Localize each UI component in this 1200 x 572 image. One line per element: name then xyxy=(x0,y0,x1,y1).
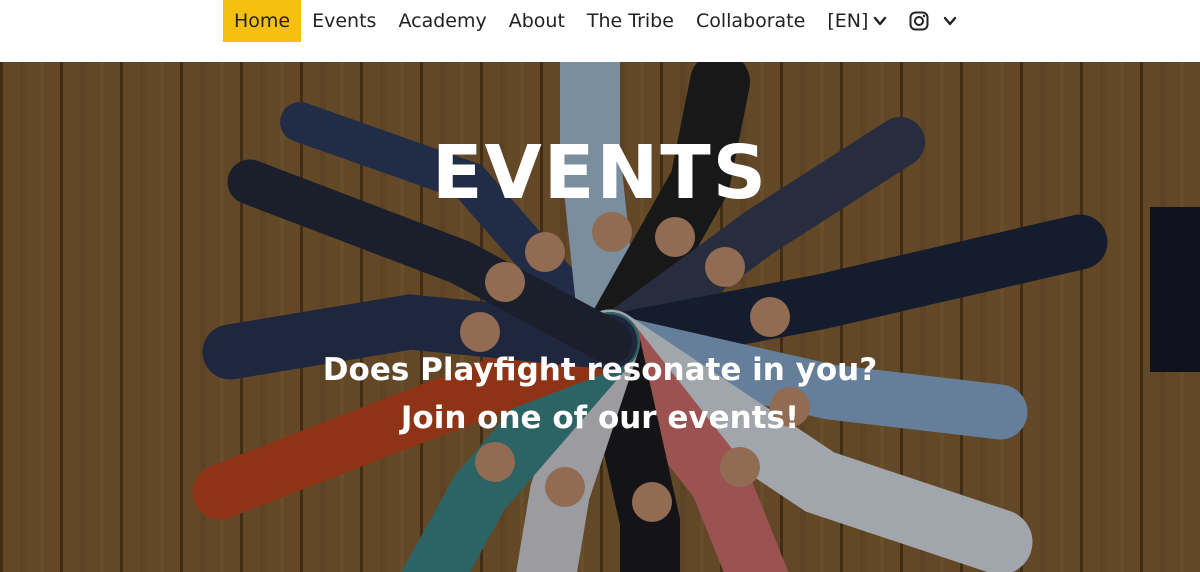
hero-subtitle-line-1: Does Playfight resonate in you? xyxy=(322,352,878,388)
nav-item-label: Home xyxy=(234,10,291,32)
chevron-down-icon[interactable] xyxy=(943,14,957,28)
nav-menu: Home Events Academy About The Tribe Coll… xyxy=(223,0,968,42)
language-selector[interactable]: [EN] xyxy=(816,0,898,42)
nav-item-academy[interactable]: Academy xyxy=(387,0,497,42)
nav-item-label: Events xyxy=(312,10,377,32)
nav-item-home[interactable]: Home xyxy=(223,0,302,42)
nav-item-the-tribe[interactable]: The Tribe xyxy=(576,0,685,42)
nav-item-collaborate[interactable]: Collaborate xyxy=(685,0,816,42)
nav-item-events[interactable]: Events xyxy=(301,0,387,42)
chevron-down-icon xyxy=(874,16,887,26)
language-label: [EN] xyxy=(827,10,869,32)
nav-item-label: Collaborate xyxy=(695,10,806,32)
instagram-icon xyxy=(909,11,929,31)
hero-subtitle-line-2: Join one of our events! xyxy=(400,400,800,436)
hero-title: EVENTS xyxy=(431,130,769,216)
nav-item-label: About xyxy=(508,10,565,32)
hero-banner: EVENTS Does Playfight resonate in you? J… xyxy=(0,62,1200,572)
nav-item-label: Academy xyxy=(398,10,487,32)
top-navigation: Home Events Academy About The Tribe Coll… xyxy=(0,0,1200,62)
instagram-link[interactable] xyxy=(898,0,968,42)
nav-item-label: The Tribe xyxy=(586,10,674,32)
nav-item-about[interactable]: About xyxy=(498,0,576,42)
